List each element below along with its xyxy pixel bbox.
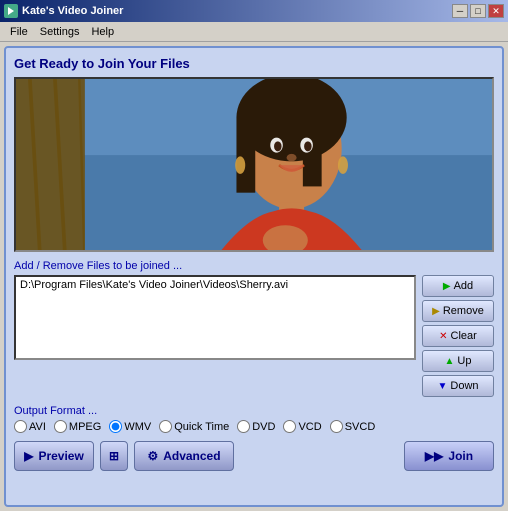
format-avi[interactable]: AVI	[14, 420, 46, 433]
menu-help[interactable]: Help	[85, 25, 120, 39]
titlebar-title: Kate's Video Joiner	[22, 5, 123, 17]
join-button[interactable]: ▶▶ Join	[404, 441, 494, 471]
preview-icon: ▶	[24, 449, 33, 463]
down-button[interactable]: ▼ Down	[422, 375, 494, 397]
format-options: AVI MPEG WMV Quick Time DVD VCD SVCD	[14, 420, 494, 433]
grid-icon: ⊞	[109, 449, 119, 463]
add-button[interactable]: ▶ Add	[422, 275, 494, 297]
output-section: Output Format ... AVI MPEG WMV Quick Tim…	[14, 405, 494, 433]
page-title: Get Ready to Join Your Files	[14, 56, 494, 71]
list-item[interactable]: D:\Program Files\Kate's Video Joiner\Vid…	[20, 279, 410, 291]
file-buttons: ▶ Add ▶ Remove ✕ Clear ▲ Up ▼ Down	[422, 275, 494, 397]
down-icon: ▼	[437, 381, 447, 392]
file-section-label: Add / Remove Files to be joined ...	[14, 260, 494, 272]
menu-settings[interactable]: Settings	[34, 25, 86, 39]
clear-icon: ✕	[439, 331, 447, 342]
output-label: Output Format ...	[14, 405, 494, 417]
titlebar-left: Kate's Video Joiner	[4, 4, 123, 18]
preview-button[interactable]: ▶ Preview	[14, 441, 94, 471]
file-section: D:\Program Files\Kate's Video Joiner\Vid…	[14, 275, 494, 397]
app-icon	[4, 4, 18, 18]
advanced-button[interactable]: ⚙ Advanced	[134, 441, 234, 471]
format-svcd[interactable]: SVCD	[330, 420, 376, 433]
clear-button[interactable]: ✕ Clear	[422, 325, 494, 347]
menu-file[interactable]: File	[4, 25, 34, 39]
join-icon: ▶▶	[425, 449, 443, 463]
advanced-icon: ⚙	[147, 449, 158, 463]
format-quicktime[interactable]: Quick Time	[159, 420, 229, 433]
titlebar: Kate's Video Joiner ─ □ ✕	[0, 0, 508, 22]
maximize-button[interactable]: □	[470, 4, 486, 18]
remove-button[interactable]: ▶ Remove	[422, 300, 494, 322]
grid-button[interactable]: ⊞	[100, 441, 128, 471]
menubar: File Settings Help	[0, 22, 508, 42]
remove-icon: ▶	[432, 306, 440, 317]
format-dvd[interactable]: DVD	[237, 420, 275, 433]
up-button[interactable]: ▲ Up	[422, 350, 494, 372]
add-icon: ▶	[443, 281, 451, 292]
main-window: Get Ready to Join Your Files	[4, 46, 504, 507]
format-mpeg[interactable]: MPEG	[54, 420, 101, 433]
format-vcd[interactable]: VCD	[283, 420, 321, 433]
up-icon: ▲	[445, 356, 455, 367]
close-button[interactable]: ✕	[488, 4, 504, 18]
titlebar-buttons: ─ □ ✕	[452, 4, 504, 18]
file-list[interactable]: D:\Program Files\Kate's Video Joiner\Vid…	[14, 275, 416, 360]
minimize-button[interactable]: ─	[452, 4, 468, 18]
bottom-buttons: ▶ Preview ⊞ ⚙ Advanced ▶▶ Join	[14, 441, 494, 471]
format-wmv[interactable]: WMV	[109, 420, 151, 433]
video-preview	[14, 77, 494, 252]
